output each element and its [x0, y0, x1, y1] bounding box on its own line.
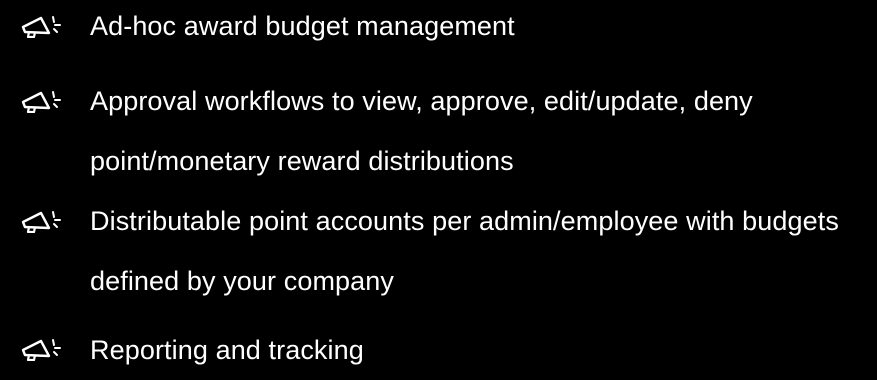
feature-label: Ad-hoc award budget management [90, 11, 515, 41]
feature-label: Distributable point accounts per admin/e… [90, 206, 839, 296]
megaphone-icon [20, 14, 64, 38]
megaphone-icon [20, 89, 64, 113]
feature-label: Approval workflows to view, approve, edi… [90, 86, 753, 176]
megaphone-icon [20, 337, 64, 361]
megaphone-icon [20, 209, 64, 233]
feature-label: Reporting and tracking [90, 335, 364, 365]
